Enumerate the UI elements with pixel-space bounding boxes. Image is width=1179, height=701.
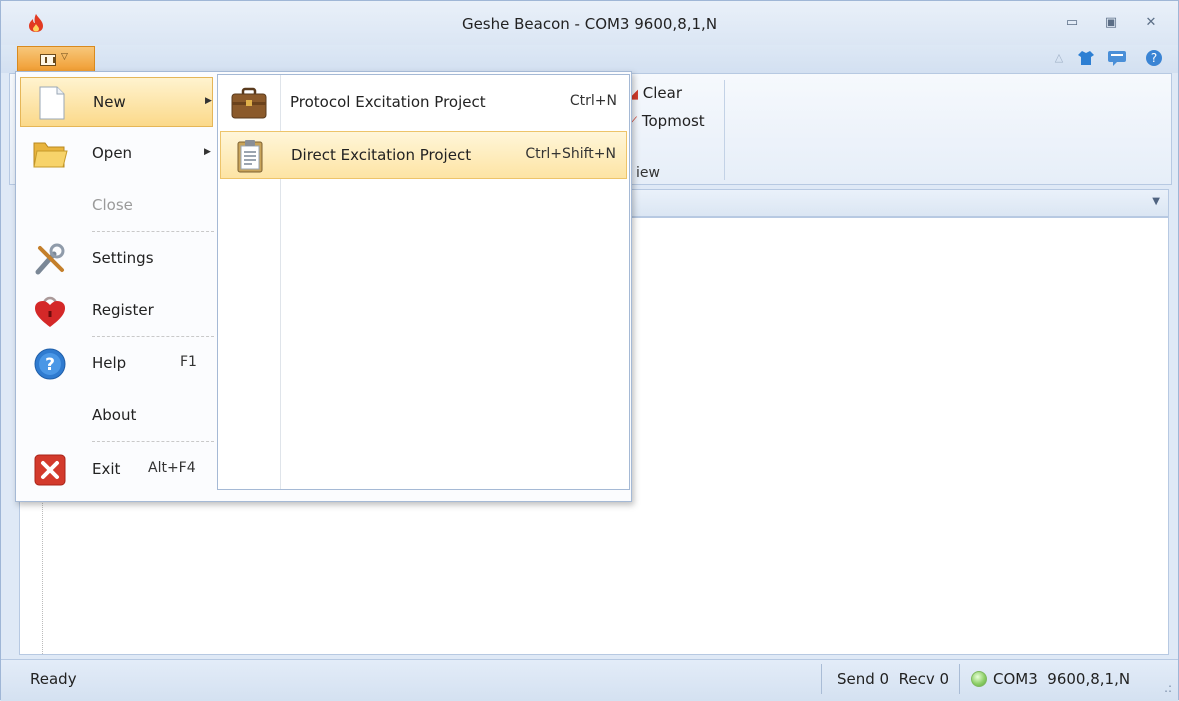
clear-label: Clear — [642, 84, 683, 102]
topmost-button[interactable]: ⟋ Topmost — [628, 112, 705, 130]
menu-item-label: Close — [92, 196, 133, 214]
svg-text:?: ? — [1151, 51, 1157, 65]
svg-text:?: ? — [45, 355, 55, 375]
help-icon[interactable]: ? — [1145, 49, 1163, 67]
open-folder-icon — [33, 142, 68, 168]
status-port: COM3 9600,8,1,N — [993, 670, 1131, 688]
status-ready: Ready — [30, 670, 77, 688]
menu-item-exit[interactable]: Exit Alt+F4 — [20, 445, 213, 495]
menu-item-new[interactable]: New ▶ — [20, 77, 213, 127]
menu-item-label: New — [93, 93, 126, 111]
app-window: Geshe Beacon - COM3 9600,8,1,N ▭ ▣ ✕ ▽ △… — [0, 0, 1179, 701]
title-bar[interactable]: Geshe Beacon - COM3 9600,8,1,N ▭ ▣ ✕ — [1, 1, 1178, 45]
window-title: Geshe Beacon - COM3 9600,8,1,N — [461, 15, 718, 33]
app-menu-button[interactable]: ▽ — [17, 46, 95, 73]
minimize-icon[interactable]: ▭ — [1062, 14, 1082, 32]
topmost-label: Topmost — [641, 112, 705, 130]
dropdown-arrow-icon[interactable]: ▼ — [1152, 196, 1160, 207]
chevron-down-icon: ▽ — [61, 52, 68, 62]
app-menu-list: New ▶ Open ▶ Close Settings Register ? H… — [18, 74, 215, 499]
submenu-item-shortcut: Ctrl+N — [569, 93, 617, 109]
menu-item-close: Close — [20, 181, 213, 231]
ribbon-separator — [724, 80, 725, 180]
menu-item-label: Exit — [92, 460, 121, 478]
status-separator — [959, 664, 960, 694]
chevron-right-icon: ▶ — [205, 96, 212, 106]
submenu-item-shortcut: Ctrl+Shift+N — [525, 146, 616, 162]
ribbon-group-label: iew — [636, 165, 660, 181]
menu-item-label: Open — [92, 144, 133, 162]
submenu-item-label: Direct Excitation Project — [291, 146, 472, 164]
menu-item-label: Help — [92, 354, 127, 372]
restore-icon[interactable]: ▣ — [1101, 14, 1121, 32]
heart-lock-icon — [35, 296, 65, 327]
menu-divider — [92, 336, 214, 337]
menu-item-settings[interactable]: Settings — [20, 234, 213, 284]
resize-grip-icon[interactable]: .: — [1164, 681, 1172, 695]
menu-item-about[interactable]: About — [20, 391, 213, 441]
menu-item-shortcut: F1 — [180, 354, 197, 370]
connection-status-icon — [971, 671, 987, 687]
menu-item-label: Settings — [92, 249, 154, 267]
status-counters: Send 0 Recv 0 — [837, 670, 950, 688]
chevron-right-icon: ▶ — [204, 147, 211, 157]
submenu-item-protocol-excitation[interactable]: Protocol Excitation Project Ctrl+N — [220, 79, 627, 127]
help-circle-icon: ? — [34, 348, 66, 380]
app-menu-icon — [40, 54, 56, 66]
new-submenu: Protocol Excitation Project Ctrl+N Direc… — [217, 74, 630, 490]
new-document-icon — [39, 86, 65, 120]
clear-button[interactable]: ◢ Clear — [628, 84, 682, 102]
menu-item-help[interactable]: ? Help F1 — [20, 339, 213, 389]
status-separator — [821, 664, 822, 694]
exit-icon — [34, 454, 66, 486]
app-menu-dropdown: New ▶ Open ▶ Close Settings Register ? H… — [15, 71, 632, 502]
status-bar: Ready Send 0 Recv 0 COM3 9600,8,1,N .: — [1, 659, 1178, 701]
menu-divider — [92, 231, 214, 232]
warning-icon[interactable]: △ — [1050, 49, 1068, 67]
ribbon-tab-row — [1, 45, 1178, 73]
submenu-item-label: Protocol Excitation Project — [290, 93, 486, 111]
clipboard-icon — [237, 140, 263, 173]
submenu-item-direct-excitation[interactable]: Direct Excitation Project Ctrl+Shift+N — [220, 131, 627, 179]
close-icon[interactable]: ✕ — [1141, 14, 1161, 32]
tools-icon — [35, 243, 65, 275]
menu-item-shortcut: Alt+F4 — [148, 460, 196, 476]
shirt-icon[interactable] — [1077, 49, 1095, 67]
menu-divider — [92, 441, 214, 442]
menu-item-label: About — [92, 406, 137, 424]
chat-icon[interactable] — [1107, 49, 1126, 67]
menu-item-label: Register — [92, 301, 154, 319]
menu-item-open[interactable]: Open ▶ — [20, 129, 213, 179]
briefcase-icon — [231, 87, 267, 119]
menu-item-register[interactable]: Register — [20, 286, 213, 336]
